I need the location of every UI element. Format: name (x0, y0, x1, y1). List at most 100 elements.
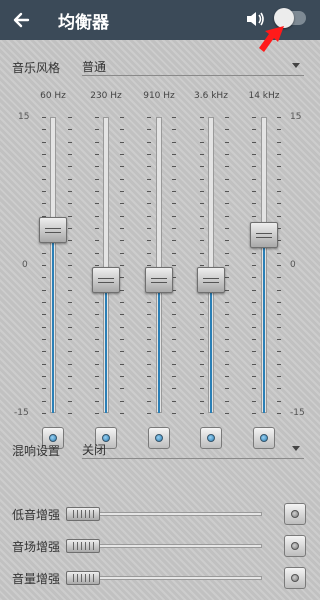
band-slider-thumb[interactable] (145, 266, 173, 293)
tick-mark (172, 327, 176, 328)
tick-mark (147, 191, 151, 192)
tick-mark (120, 364, 124, 365)
page-title: 均衡器 (58, 13, 109, 33)
tick-mark (147, 166, 151, 167)
tick-mark (68, 376, 72, 377)
band-slider-track[interactable] (103, 117, 109, 413)
effect-toggle-button[interactable] (284, 567, 306, 589)
band-slider-track[interactable] (50, 117, 56, 413)
tick-mark (225, 203, 229, 204)
tick-mark (147, 253, 151, 254)
tick-mark (172, 364, 176, 365)
tick-mark (42, 265, 46, 266)
tick-mark (277, 339, 281, 340)
tick-mark (200, 302, 204, 303)
radio-dot-icon (291, 542, 299, 550)
tick-mark (95, 117, 99, 118)
tick-mark (200, 364, 204, 365)
tick-mark (252, 179, 256, 180)
tick-mark (95, 339, 99, 340)
effect-label: 音量增强 (12, 572, 61, 586)
tick-mark (252, 314, 256, 315)
tick-mark (68, 327, 72, 328)
band-slider-track[interactable] (156, 117, 162, 413)
tick-mark (172, 129, 176, 130)
tick-mark (252, 166, 256, 167)
preset-dropdown[interactable]: 普通 (82, 56, 304, 76)
scale-ticks (120, 117, 124, 414)
tick-mark (277, 253, 281, 254)
tick-mark (225, 376, 229, 377)
tick-mark (200, 351, 204, 352)
tick-mark (120, 351, 124, 352)
tick-mark (225, 117, 229, 118)
tick-mark (95, 191, 99, 192)
tick-mark (225, 129, 229, 130)
effect-slider-thumb[interactable] (66, 507, 100, 521)
tick-mark (277, 413, 281, 414)
tick-mark (95, 240, 99, 241)
effect-slider-thumb[interactable] (66, 571, 100, 585)
tick-mark (120, 388, 124, 389)
tick-mark (147, 388, 151, 389)
tick-mark (120, 327, 124, 328)
tick-mark (277, 302, 281, 303)
tick-mark (252, 129, 256, 130)
band-slider-thumb[interactable] (197, 266, 225, 293)
tick-mark (120, 216, 124, 217)
tick-mark (172, 265, 176, 266)
tick-mark (200, 388, 204, 389)
tick-mark (147, 228, 151, 229)
tick-mark (95, 351, 99, 352)
radio-dot-icon (291, 574, 299, 582)
reverb-dropdown[interactable]: 关闭 (82, 439, 304, 459)
tick-mark (252, 265, 256, 266)
tick-mark (68, 302, 72, 303)
band-frequency-label: 60 Hz (40, 91, 66, 101)
tick-mark (277, 401, 281, 402)
tick-mark (172, 314, 176, 315)
tick-mark (147, 314, 151, 315)
tick-mark (147, 265, 151, 266)
scale-ticks (252, 117, 256, 414)
tick-mark (252, 277, 256, 278)
band-slider-track[interactable] (261, 117, 267, 413)
scale-ticks (147, 117, 151, 414)
tick-mark (95, 216, 99, 217)
band-slider-fill (210, 280, 212, 413)
tick-mark (120, 314, 124, 315)
tick-mark (225, 240, 229, 241)
tick-mark (42, 142, 46, 143)
tick-mark (147, 401, 151, 402)
tick-mark (172, 166, 176, 167)
tick-mark (200, 191, 204, 192)
tick-mark (120, 265, 124, 266)
chevron-down-icon (292, 446, 300, 451)
tick-mark (225, 364, 229, 365)
tick-mark (95, 265, 99, 266)
effect-toggle-button[interactable] (284, 503, 306, 525)
tick-mark (95, 166, 99, 167)
band-slider-track[interactable] (208, 117, 214, 413)
arrow-left-icon[interactable] (8, 6, 36, 34)
tick-mark (172, 191, 176, 192)
tick-mark (68, 191, 72, 192)
tick-mark (277, 388, 281, 389)
band-slider-thumb[interactable] (39, 217, 67, 244)
effect-toggle-button[interactable] (284, 535, 306, 557)
tick-mark (277, 203, 281, 204)
tick-mark (252, 339, 256, 340)
tick-mark (172, 117, 176, 118)
tick-mark (95, 253, 99, 254)
tick-mark (42, 117, 46, 118)
tick-mark (200, 240, 204, 241)
tick-mark (277, 314, 281, 315)
effect-slider-thumb[interactable] (66, 539, 100, 553)
tick-mark (120, 154, 124, 155)
tick-mark (120, 413, 124, 414)
radio-dot-icon (49, 434, 57, 442)
band-slider-thumb[interactable] (250, 222, 278, 249)
tick-mark (225, 314, 229, 315)
tick-mark (68, 339, 72, 340)
band-slider-thumb[interactable] (92, 266, 120, 293)
